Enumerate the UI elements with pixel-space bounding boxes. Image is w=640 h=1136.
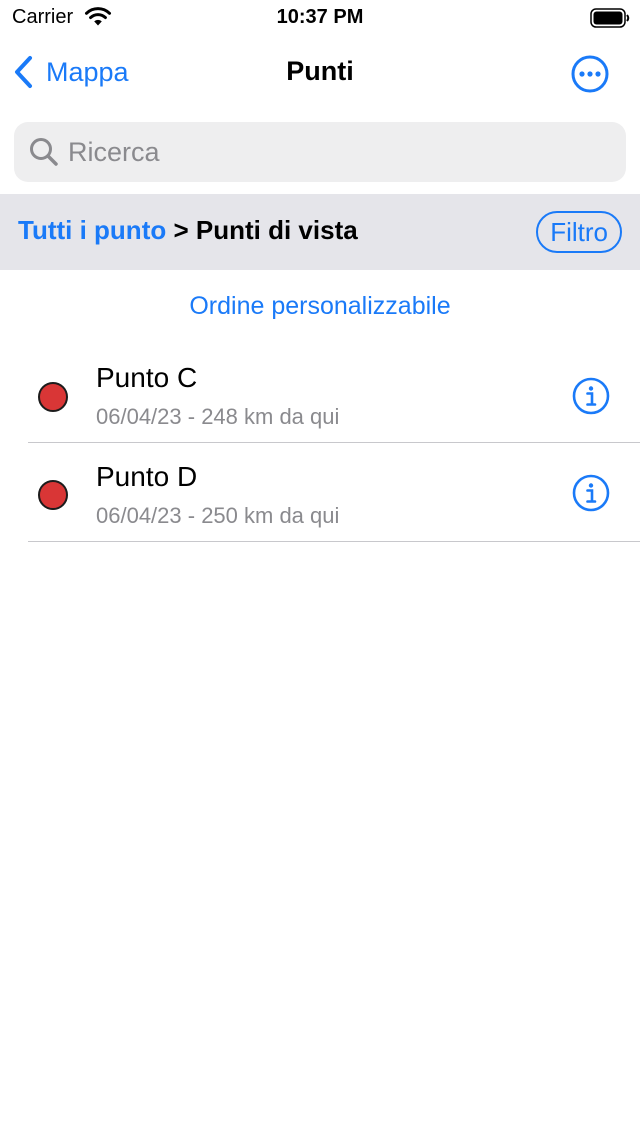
row-divider [28, 541, 640, 542]
point-detail: 06/04/23 - 250 km da qui [96, 503, 340, 528]
info-button[interactable] [572, 474, 610, 512]
breadcrumb: Tutti i punto > Punti di vista [18, 215, 358, 246]
clock: 10:37 PM [276, 6, 364, 28]
breadcrumb-current: Punti di vista [195, 215, 358, 245]
point-marker-icon [38, 480, 68, 510]
navigation-bar: Mappa Punti [0, 36, 640, 108]
point-name: Punto C [96, 362, 198, 393]
breadcrumb-link-all-points[interactable]: Tutti i punto [18, 215, 166, 245]
info-button[interactable] [572, 377, 610, 415]
points-screen: Carrier 10:37 PM Mappa Punti Ricerca Tut… [0, 0, 640, 1136]
search-icon [30, 138, 58, 166]
point-detail: 06/04/23 - 248 km da qui [96, 404, 340, 429]
list-item[interactable]: Punto C 06/04/23 - 248 km da qui [0, 344, 640, 443]
battery-icon [590, 8, 630, 33]
point-marker-icon [38, 382, 68, 412]
point-name: Punto D [96, 461, 198, 492]
list-item[interactable]: Punto D 06/04/23 - 250 km da qui [0, 443, 640, 542]
search-bar[interactable] [14, 122, 626, 182]
info-circle-icon [572, 377, 610, 415]
points-list: Punto C 06/04/23 - 248 km da qui Punto D… [0, 344, 640, 542]
more-button[interactable] [570, 54, 610, 94]
page-title: Punti [286, 56, 354, 86]
info-circle-icon [572, 474, 610, 512]
status-bar: Carrier 10:37 PM [0, 0, 640, 36]
breadcrumb-separator: > [173, 215, 189, 245]
filter-button[interactable]: Filtro [536, 211, 622, 253]
search-input[interactable] [68, 136, 608, 168]
custom-order-button[interactable]: Ordine personalizzabile [0, 292, 640, 321]
ellipsis-circle-icon [571, 55, 609, 93]
breadcrumb-bar: Tutti i punto > Punti di vista Filtro [0, 194, 640, 270]
